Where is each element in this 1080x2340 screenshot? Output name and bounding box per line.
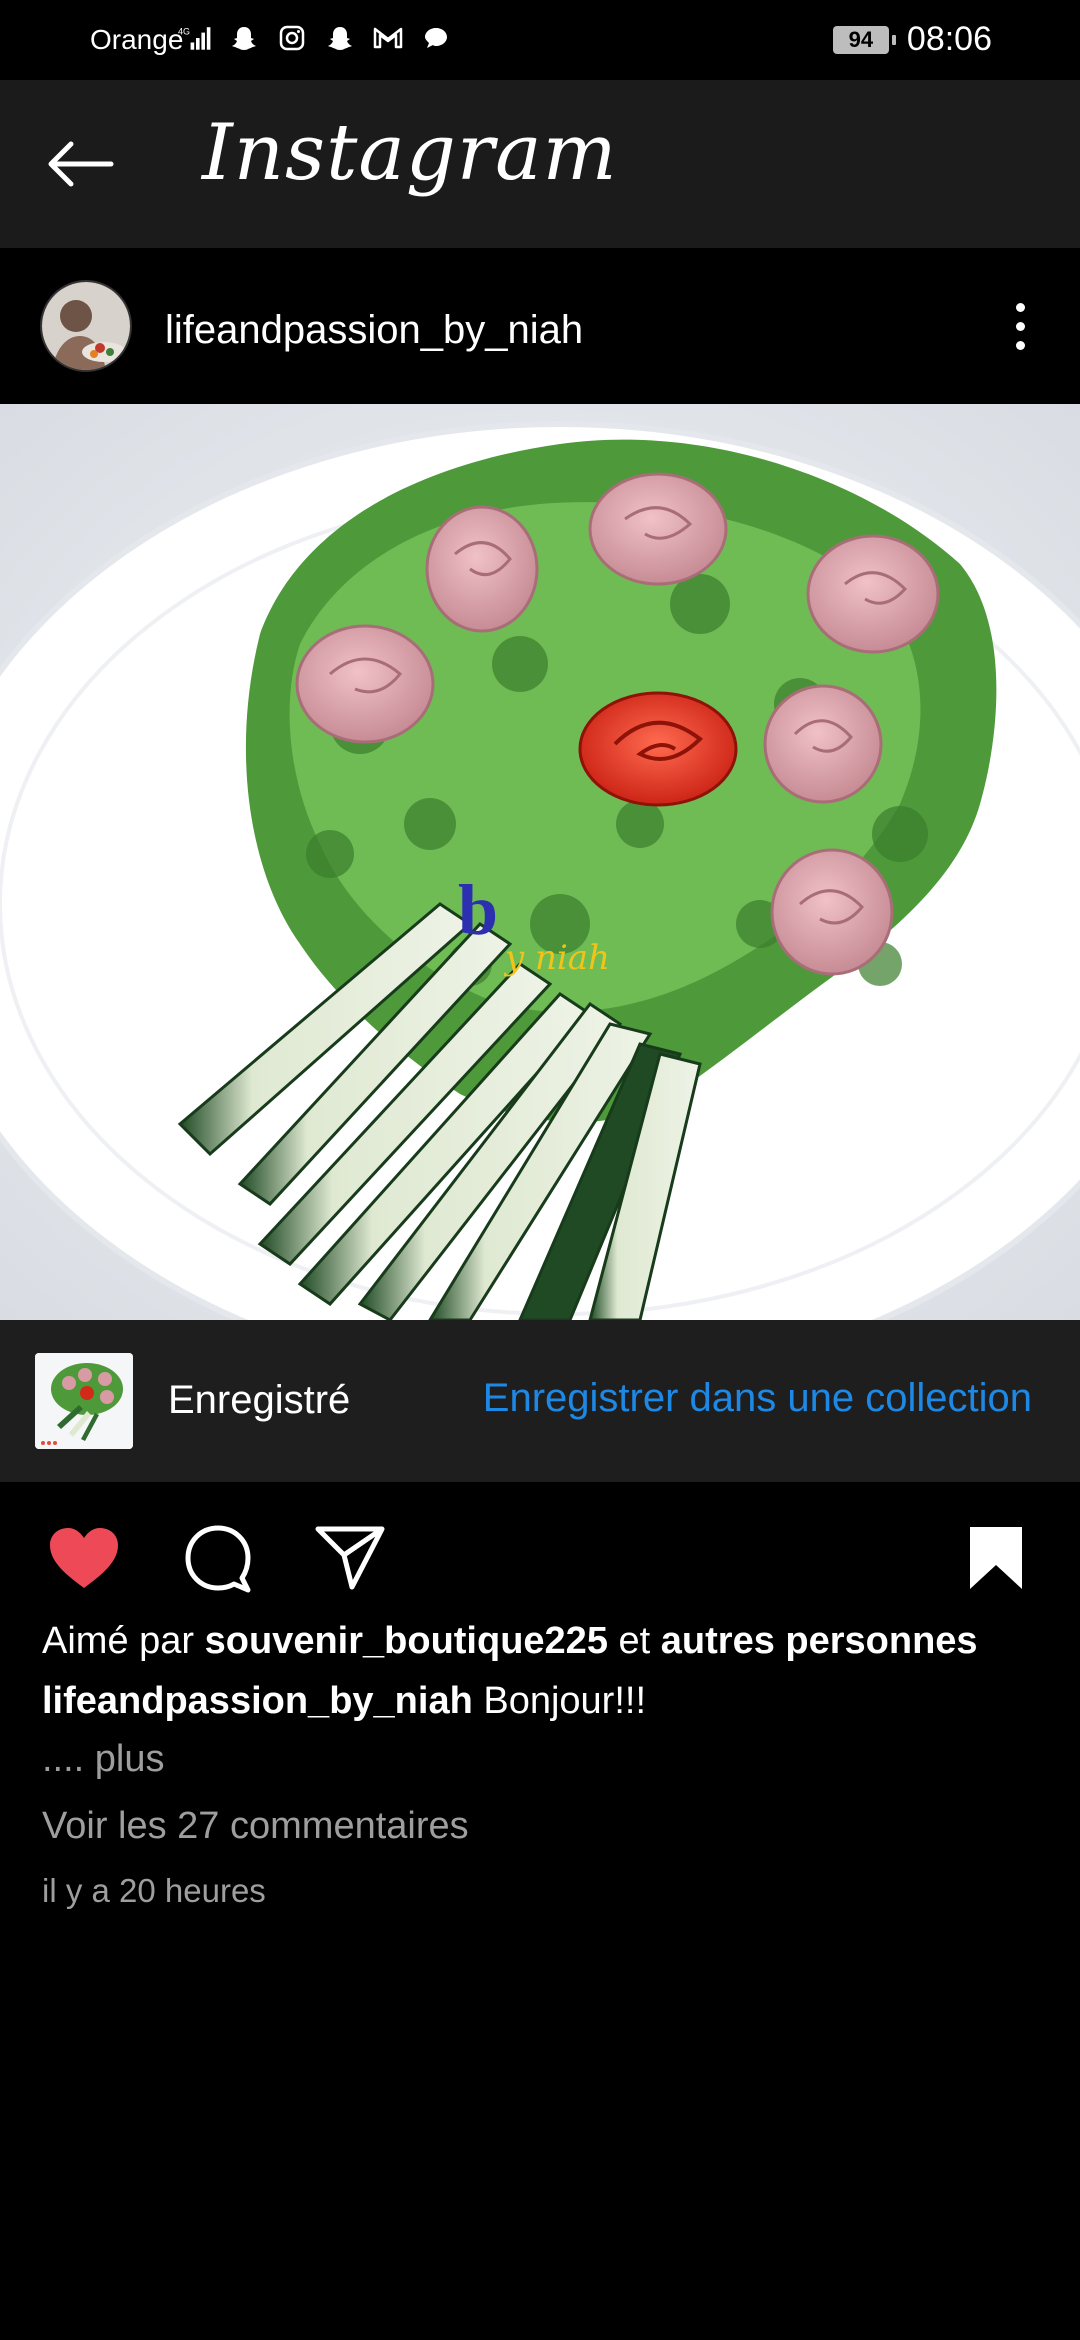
network-type-label: 4G (178, 26, 190, 36)
post-username[interactable]: lifeandpassion_by_niah (165, 308, 583, 353)
liked-prefix: Aimé par (42, 1620, 195, 1662)
caption-line: lifeandpassion_by_niah Bonjour!!! (42, 1680, 646, 1723)
watermark-text: y niah (503, 938, 610, 978)
more-options-button[interactable] (990, 288, 1050, 364)
snapchat-icon (226, 20, 262, 56)
avatar[interactable] (40, 280, 132, 372)
bookmark-icon (970, 1527, 1022, 1589)
saved-bar: Enregistré Enregistrer dans une collecti… (0, 1320, 1080, 1482)
save-to-collection-link[interactable]: Enregistrer dans une collection (483, 1376, 1032, 1421)
post-image[interactable]: b y niah (0, 404, 1080, 1320)
liked-by-line: Aimé par souvenir_boutique225 et autres … (42, 1620, 978, 1663)
liked-others-link[interactable]: autres personnes (661, 1620, 978, 1662)
status-icons: 4G (178, 20, 454, 56)
signal-icon: 4G (178, 20, 214, 56)
caption-more-link[interactable]: .... plus (42, 1738, 165, 1781)
post-timestamp: il y a 20 heures (42, 1872, 266, 1909)
carrier-label: Orange (90, 24, 184, 55)
app-bar: Instagram (0, 80, 1080, 248)
post-header: lifeandpassion_by_niah (0, 248, 1080, 404)
post-actions (0, 1482, 1080, 1624)
caption-author-link[interactable]: lifeandpassion_by_niah (42, 1680, 473, 1722)
liked-by-user-link[interactable]: souvenir_boutique225 (205, 1620, 608, 1662)
bookmark-button[interactable] (956, 1518, 1036, 1598)
send-icon (315, 1526, 385, 1590)
snapchat-icon (322, 20, 358, 56)
status-bar: Orange 4G 94 08:06 (0, 0, 1080, 80)
comment-button[interactable] (178, 1518, 258, 1598)
caption-text: Bonjour!!! (483, 1680, 647, 1722)
heart-icon (50, 1528, 118, 1588)
view-comments-link[interactable]: Voir les 27 commentaires (42, 1805, 469, 1848)
app-title: Instagram (202, 108, 618, 198)
watermark-b: b (458, 870, 498, 950)
instagram-icon (274, 20, 310, 56)
message-icon (418, 20, 454, 56)
arrow-left-icon (48, 141, 114, 187)
more-dot-icon (1015, 321, 1025, 331)
more-dot-icon (1015, 302, 1025, 312)
share-button[interactable] (310, 1518, 390, 1598)
saved-thumbnail (35, 1353, 133, 1449)
clock: 08:06 (906, 20, 992, 58)
saved-label: Enregistré (168, 1378, 351, 1422)
back-button[interactable] (40, 132, 120, 196)
like-button[interactable] (44, 1518, 124, 1598)
comment-icon (185, 1525, 251, 1593)
status-right: 94 08:06 (832, 20, 992, 59)
more-dot-icon (1015, 340, 1025, 350)
gmail-icon (370, 20, 406, 56)
battery-icon: 94 (832, 25, 896, 54)
liked-and: et (618, 1620, 651, 1662)
